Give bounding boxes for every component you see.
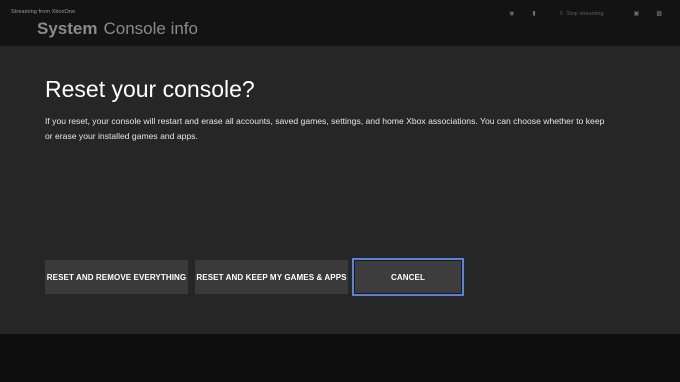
bottom-bar: [0, 334, 680, 382]
stop-streaming-label[interactable]: Stop streaming: [567, 11, 604, 17]
settings-icon[interactable]: ▩: [656, 10, 662, 18]
controller-icon: ◊: [559, 11, 563, 17]
reset-keep-games-button[interactable]: RESET AND KEEP MY GAMES & APPS: [195, 260, 348, 294]
cancel-button[interactable]: CANCEL: [352, 258, 464, 296]
dialog-title: Reset your console?: [45, 76, 255, 102]
reset-remove-everything-button[interactable]: RESET AND REMOVE EVERYTHING: [45, 260, 188, 294]
status-icons: ◉ ▮ ◊ Stop streaming ▣ ▩: [509, 8, 662, 20]
streaming-label: Streaming from XboxOne: [11, 9, 76, 15]
reset-dialog: Reset your console? If you reset, your c…: [0, 46, 680, 334]
section-title: System: [37, 19, 98, 38]
top-bar: Streaming from XboxOne System Console inf…: [0, 0, 680, 46]
mic-icon[interactable]: ▮: [532, 10, 535, 18]
page-title: System Console info: [37, 19, 198, 39]
dialog-body: If you reset, your console will restart …: [45, 116, 605, 141]
headset-icon[interactable]: ◉: [509, 10, 514, 18]
page-subtitle: Console info: [103, 19, 198, 38]
battery-icon: ▣: [633, 11, 640, 17]
